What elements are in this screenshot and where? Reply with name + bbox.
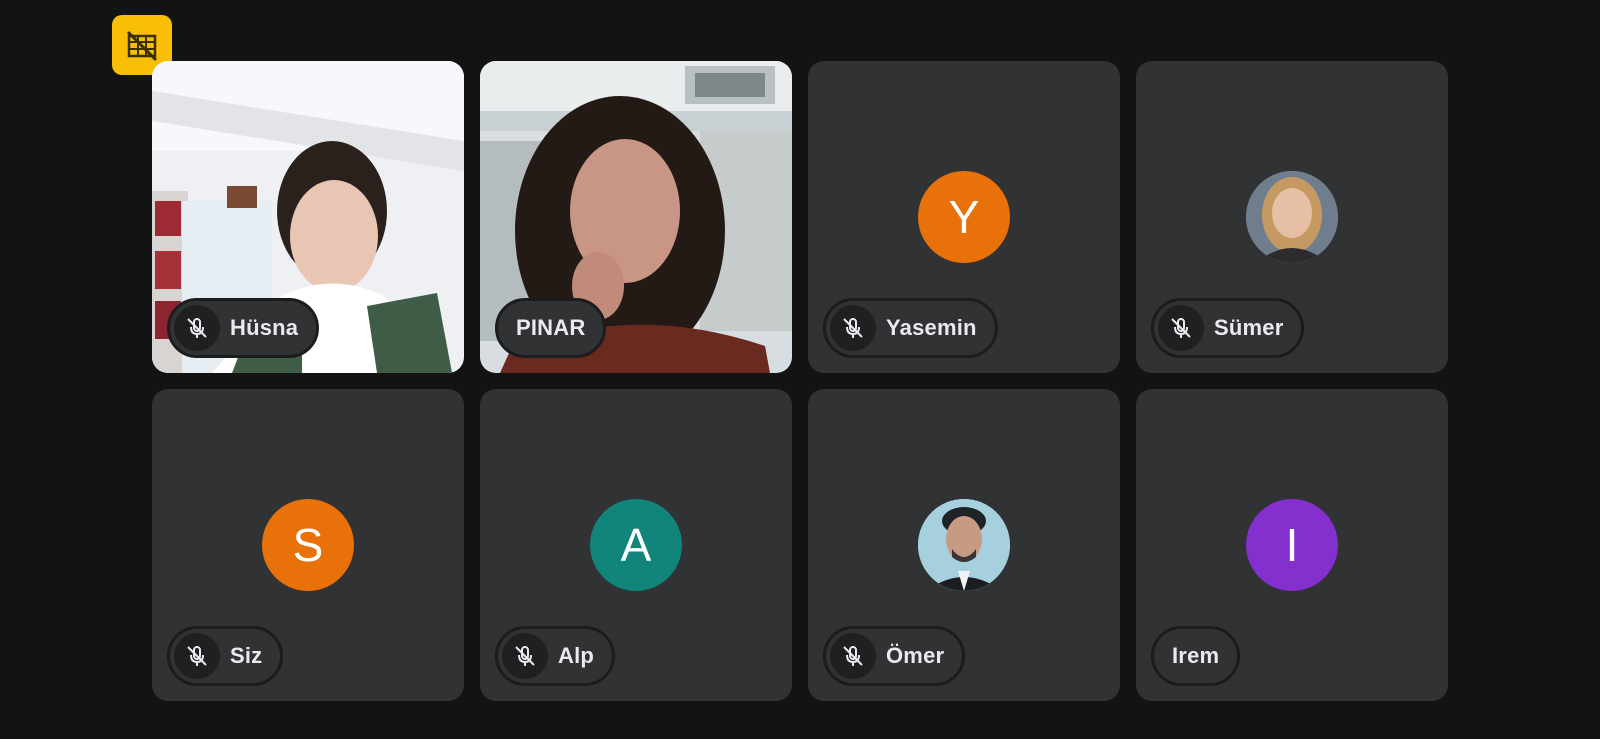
avatar: S [262, 499, 354, 591]
participant-name: Sümer [1214, 315, 1284, 340]
mic-off-icon [174, 305, 220, 351]
participant-name: Hüsna [230, 315, 299, 340]
mic-off-icon [1158, 305, 1204, 351]
participant-name: Ömer [886, 643, 945, 668]
mic-off-icon [502, 633, 548, 679]
participant-tile-husna[interactable]: Hüsna [152, 61, 464, 373]
avatar [1246, 171, 1338, 263]
avatar: I [1246, 499, 1338, 591]
participant-name: PINAR [516, 315, 586, 340]
profile-photo [918, 499, 1010, 591]
name-pill: PINAR [495, 298, 607, 358]
mic-off-icon [174, 633, 220, 679]
participant-tile-irem[interactable]: I Irem [1136, 389, 1448, 701]
name-pill: Alp [495, 626, 616, 686]
participant-tile-alp[interactable]: A Alp [480, 389, 792, 701]
participant-tile-sumer[interactable]: Sümer [1136, 61, 1448, 373]
avatar: Y [918, 171, 1010, 263]
participant-grid: Hüsna PINAR Y Yasemin Sümer S Siz A Alp … [152, 61, 1448, 701]
no-video-grid-icon [126, 30, 158, 62]
name-pill: Yasemin [823, 298, 998, 358]
participant-name: Siz [230, 643, 263, 668]
participant-tile-omer[interactable]: Ömer [808, 389, 1120, 701]
participant-name: Irem [1172, 643, 1220, 668]
profile-photo [1246, 171, 1338, 263]
name-pill: Irem [1151, 626, 1241, 686]
participant-tile-yasemin[interactable]: Y Yasemin [808, 61, 1120, 373]
avatar: A [590, 499, 682, 591]
mic-off-icon [830, 305, 876, 351]
name-pill: Siz [167, 626, 284, 686]
name-pill: Hüsna [167, 298, 320, 358]
mic-off-icon [830, 633, 876, 679]
participant-tile-siz[interactable]: S Siz [152, 389, 464, 701]
name-pill: Ömer [823, 626, 966, 686]
participant-name: Yasemin [886, 315, 977, 340]
participant-tile-pinar[interactable]: PINAR [480, 61, 792, 373]
name-pill: Sümer [1151, 298, 1305, 358]
avatar [918, 499, 1010, 591]
participant-name: Alp [558, 643, 595, 668]
